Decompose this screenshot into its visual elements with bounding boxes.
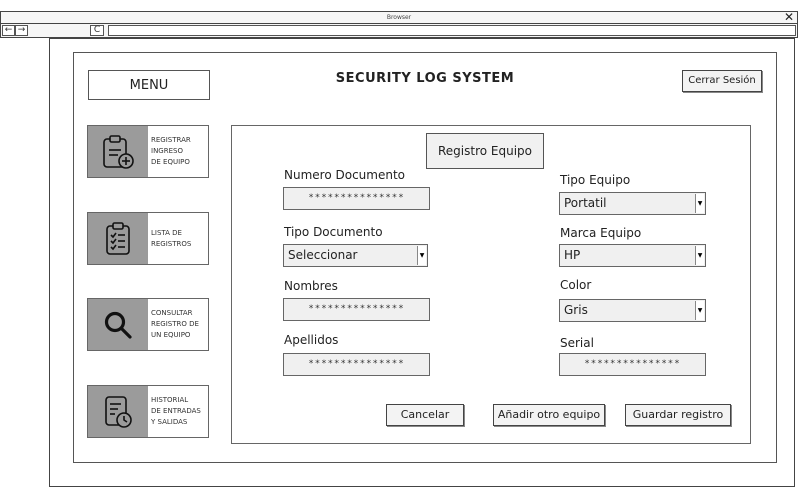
cancel-button[interactable]: Cancelar xyxy=(386,404,464,426)
history-icon xyxy=(88,386,148,437)
browser-titlebar: Browser ✕ xyxy=(0,11,798,23)
close-icon[interactable]: ✕ xyxy=(784,11,794,23)
apellidos-input[interactable]: *************** xyxy=(283,353,430,376)
clipboard-list-icon xyxy=(88,213,148,264)
serial-input[interactable]: *************** xyxy=(559,353,706,376)
nombres-input[interactable]: *************** xyxy=(283,298,430,321)
marca-equipo-select[interactable]: HP ▼ xyxy=(559,244,706,267)
apellidos-label: Apellidos xyxy=(284,333,339,347)
tipo-equipo-select[interactable]: Portatil ▼ xyxy=(559,192,706,215)
color-select[interactable]: Gris ▼ xyxy=(559,299,706,322)
add-another-equipment-button[interactable]: Añadir otro equipo xyxy=(493,404,605,426)
chevron-down-icon: ▼ xyxy=(417,246,426,265)
nombres-label: Nombres xyxy=(284,279,338,293)
page-title: SECURITY LOG SYSTEM xyxy=(335,71,515,86)
back-arrow-icon[interactable]: ← xyxy=(2,25,15,36)
logout-button[interactable]: Cerrar Sesión xyxy=(682,70,762,92)
marca-equipo-label: Marca Equipo xyxy=(560,226,642,240)
browser-title: Browser xyxy=(386,14,412,21)
reload-icon[interactable]: C xyxy=(90,25,104,36)
tipo-documento-label: Tipo Documento xyxy=(284,225,383,239)
chevron-down-icon: ▼ xyxy=(695,301,704,320)
serial-label: Serial xyxy=(560,336,594,350)
chevron-down-icon: ▼ xyxy=(695,194,704,213)
tipo-equipo-label: Tipo Equipo xyxy=(560,173,631,187)
sidebar-item-label: HISTORIAL DE ENTRADAS Y SALIDAS xyxy=(151,396,201,426)
address-bar[interactable] xyxy=(108,25,796,36)
chevron-down-icon: ▼ xyxy=(695,246,704,265)
color-label: Color xyxy=(560,278,592,292)
form-header: Registro Equipo xyxy=(426,133,544,169)
save-record-button[interactable]: Guardar registro xyxy=(625,404,731,426)
forward-arrow-icon[interactable]: → xyxy=(15,25,28,36)
tipo-documento-select[interactable]: Seleccionar ▼ xyxy=(283,244,428,267)
numero-documento-label: Numero Documento xyxy=(284,168,405,182)
clipboard-add-icon xyxy=(88,126,148,177)
sidebar-item-consultar-registro[interactable]: CONSULTAR REGISTRO DE UN EQUIPO xyxy=(87,298,209,351)
sidebar-item-historial[interactable]: HISTORIAL DE ENTRADAS Y SALIDAS xyxy=(87,385,209,438)
menu-button[interactable]: MENU xyxy=(88,70,210,100)
search-icon xyxy=(88,299,148,350)
sidebar-item-label: CONSULTAR REGISTRO DE UN EQUIPO xyxy=(151,309,199,339)
browser-navbar: ← → C xyxy=(0,23,798,38)
sidebar-item-lista-registros[interactable]: LISTA DE REGISTROS xyxy=(87,212,209,265)
sidebar-item-registrar-ingreso[interactable]: REGISTRAR INGRESO DE EQUIPO xyxy=(87,125,209,178)
sidebar-item-label: REGISTRAR INGRESO DE EQUIPO xyxy=(151,136,191,166)
numero-documento-input[interactable]: *************** xyxy=(283,187,430,210)
sidebar-item-label: LISTA DE REGISTROS xyxy=(151,228,192,248)
